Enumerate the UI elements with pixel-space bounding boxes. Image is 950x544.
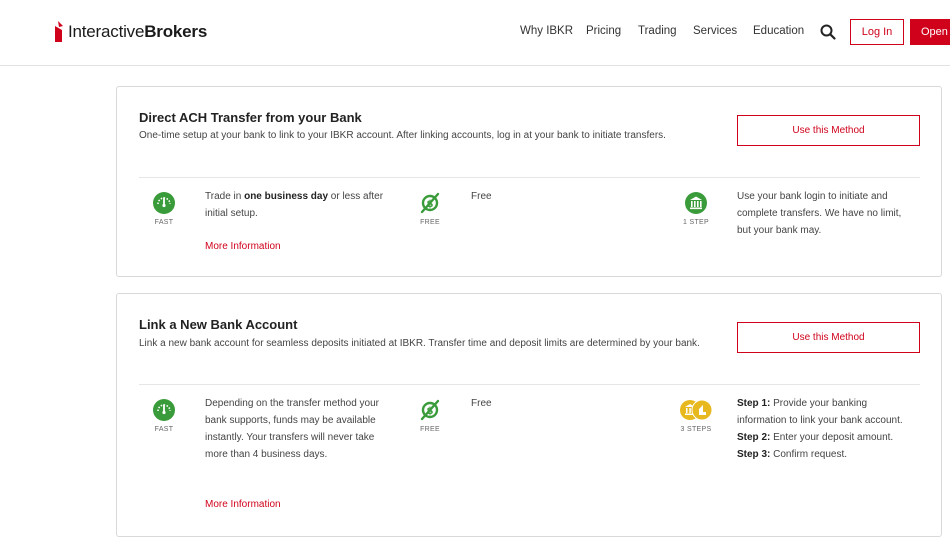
divider bbox=[139, 177, 920, 178]
steps-indicator: 3 STEPS bbox=[676, 399, 716, 433]
method-card-ach: Direct ACH Transfer from your Bank One-t… bbox=[116, 86, 942, 277]
ibkr-logo[interactable]: InteractiveBrokers bbox=[52, 18, 207, 46]
speedometer-icon bbox=[153, 399, 175, 421]
divider bbox=[139, 384, 920, 385]
logo-text-regular: Interactive bbox=[68, 22, 145, 41]
bank-transfer-icon bbox=[680, 399, 713, 421]
more-information-link[interactable]: More Information bbox=[205, 499, 281, 510]
steps-text: Use your bank login to initiate and comp… bbox=[737, 191, 902, 236]
speed-label: FAST bbox=[154, 426, 174, 433]
more-information-link[interactable]: More Information bbox=[205, 241, 281, 252]
speedometer-icon bbox=[153, 192, 175, 214]
cost-text: Free bbox=[471, 398, 492, 409]
steps-label: 3 STEPS bbox=[680, 426, 712, 433]
search-icon[interactable] bbox=[820, 24, 836, 45]
nav-trading[interactable]: Trading bbox=[638, 25, 677, 37]
step-item: Step 3: Confirm request. bbox=[737, 449, 848, 460]
login-button[interactable]: Log In bbox=[850, 19, 904, 45]
cost-label: FREE bbox=[420, 426, 440, 433]
speed-indicator: FAST bbox=[146, 192, 182, 226]
speed-text: Trade in one business day or less after … bbox=[205, 191, 384, 219]
speed-text: Depending on the transfer method your ba… bbox=[205, 398, 379, 460]
free-dollar-icon: $ bbox=[420, 399, 440, 421]
method-description: One-time setup at your bank to link to y… bbox=[139, 130, 666, 141]
nav-services[interactable]: Services bbox=[693, 25, 737, 37]
step-item: Step 1: Provide your banking information… bbox=[737, 398, 903, 426]
free-dollar-icon: $ bbox=[420, 192, 440, 214]
site-header: InteractiveBrokers Why IBKR Pricing Trad… bbox=[0, 0, 950, 66]
method-title: Link a New Bank Account bbox=[139, 317, 298, 332]
cost-indicator: $ FREE bbox=[412, 399, 448, 433]
nav-pricing[interactable]: Pricing bbox=[586, 25, 621, 37]
logo-text-bold: Brokers bbox=[144, 22, 208, 41]
steps-label: 1 STEP bbox=[683, 219, 709, 226]
steps-list: Step 1: Provide your banking information… bbox=[737, 395, 917, 463]
use-method-button[interactable]: Use this Method bbox=[737, 322, 920, 353]
method-title: Direct ACH Transfer from your Bank bbox=[139, 110, 362, 125]
speed-label: FAST bbox=[154, 219, 174, 226]
method-description: Link a new bank account for seamless dep… bbox=[139, 338, 700, 349]
cost-text: Free bbox=[471, 191, 492, 202]
cost-indicator: $ FREE bbox=[412, 192, 448, 226]
open-account-button[interactable]: Open bbox=[910, 19, 950, 45]
step-item: Step 2: Enter your deposit amount. bbox=[737, 432, 894, 443]
method-card-link-bank: Link a New Bank Account Link a new bank … bbox=[116, 293, 942, 537]
cost-label: FREE bbox=[420, 219, 440, 226]
speed-indicator: FAST bbox=[146, 399, 182, 433]
steps-indicator: 1 STEP bbox=[678, 192, 714, 226]
nav-education[interactable]: Education bbox=[753, 25, 804, 37]
nav-why-ibkr[interactable]: Why IBKR bbox=[520, 25, 573, 37]
ibkr-logo-icon bbox=[55, 21, 63, 42]
use-method-button[interactable]: Use this Method bbox=[737, 115, 920, 146]
bank-icon bbox=[685, 192, 707, 214]
